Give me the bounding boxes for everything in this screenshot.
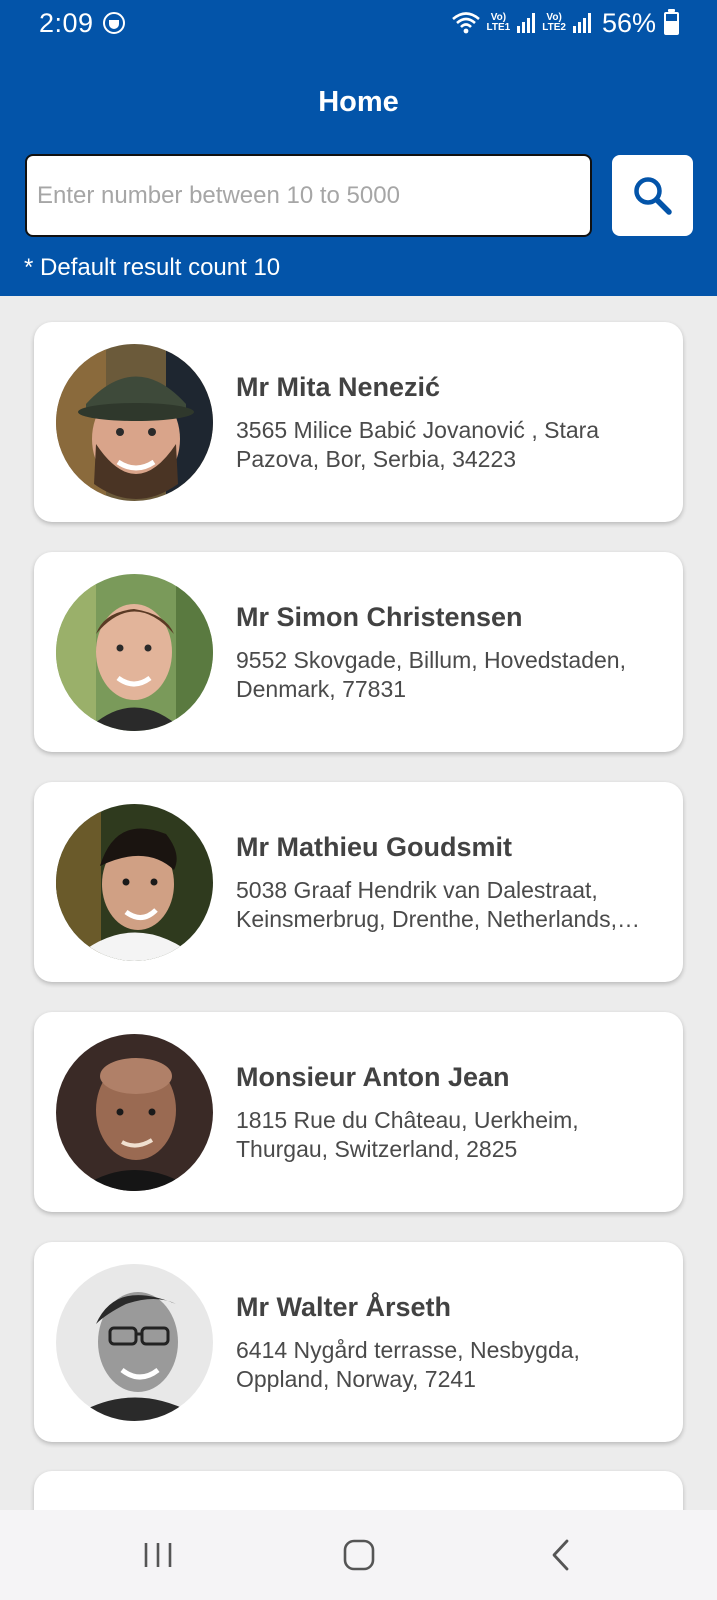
- status-time: 2:09: [39, 8, 94, 38]
- person-address: 5038 Graaf Hendrik van Dalestraat, Keins…: [236, 877, 617, 932]
- person-name: Monsieur Anton Jean: [236, 1062, 510, 1092]
- search-button[interactable]: [612, 155, 693, 236]
- people-list[interactable]: Mr Mita Nenezić 3565 Milice Babić Jovano…: [0, 296, 717, 1510]
- sim1-lte-label: Vo) LTE1: [486, 12, 511, 33]
- signal-icon: [572, 13, 591, 33]
- person-name: Mr Mita Nenezić: [236, 372, 441, 402]
- recent-apps-button[interactable]: [123, 1532, 193, 1578]
- person-card-partial[interactable]: [34, 1471, 683, 1510]
- signal-icon: [517, 13, 536, 33]
- default-count-note: * Default result count 10: [24, 254, 281, 281]
- wifi-icon: [451, 12, 480, 34]
- person-card[interactable]: Monsieur Anton Jean 1815 Rue du Château,…: [34, 1012, 683, 1212]
- avatar: [56, 1034, 213, 1191]
- avatar: [56, 1264, 213, 1421]
- avatar: [56, 804, 213, 961]
- person-name: Mr Simon Christensen: [236, 602, 523, 632]
- app-header: 2:09 Vo) LTE1 Vo) LTE2 56% Home Enter nu…: [0, 0, 717, 296]
- person-card[interactable]: Mr Walter Årseth 6414 Nygård terrasse, N…: [34, 1242, 683, 1442]
- home-button[interactable]: [324, 1532, 394, 1578]
- search-icon: [633, 176, 672, 215]
- person-address: 6414 Nygård terrasse, Nesbygda, Oppland,…: [236, 1337, 580, 1392]
- status-bar: 2:09 Vo) LTE1 Vo) LTE2 56%: [0, 0, 717, 48]
- person-card[interactable]: Mr Mathieu Goudsmit 5038 Graaf Hendrik v…: [34, 782, 683, 982]
- battery-icon: [664, 8, 679, 35]
- result-count-input[interactable]: [25, 154, 592, 237]
- system-nav-bar: [0, 1510, 717, 1600]
- person-address: 9552 Skovgade, Billum, Hovedstaden, Denm…: [236, 647, 626, 702]
- page-title: Home: [318, 86, 399, 118]
- person-name: Mr Walter Årseth: [236, 1292, 452, 1322]
- person-address: 1815 Rue du Château, Uerkheim, Thurgau, …: [236, 1107, 579, 1162]
- person-card[interactable]: Mr Simon Christensen 9552 Skovgade, Bill…: [34, 552, 683, 752]
- person-name: Mr Mathieu Goudsmit: [236, 832, 512, 862]
- avatar: [56, 344, 213, 501]
- battery-percent: 56%: [601, 7, 656, 38]
- person-card[interactable]: Mr Mita Nenezić 3565 Milice Babić Jovano…: [34, 322, 683, 522]
- person-address: 3565 Milice Babić Jovanović , Stara Pazo…: [236, 417, 600, 472]
- back-button[interactable]: [526, 1532, 596, 1578]
- avatar: [56, 574, 213, 731]
- sim2-lte-label: Vo) LTE2: [542, 12, 566, 33]
- notification-icon: [103, 12, 125, 34]
- status-indicators: Vo) LTE1 Vo) LTE2 56%: [451, 6, 679, 40]
- back-icon: [552, 1539, 569, 1571]
- recent-apps-icon: [144, 1543, 172, 1567]
- home-icon: [343, 1539, 375, 1571]
